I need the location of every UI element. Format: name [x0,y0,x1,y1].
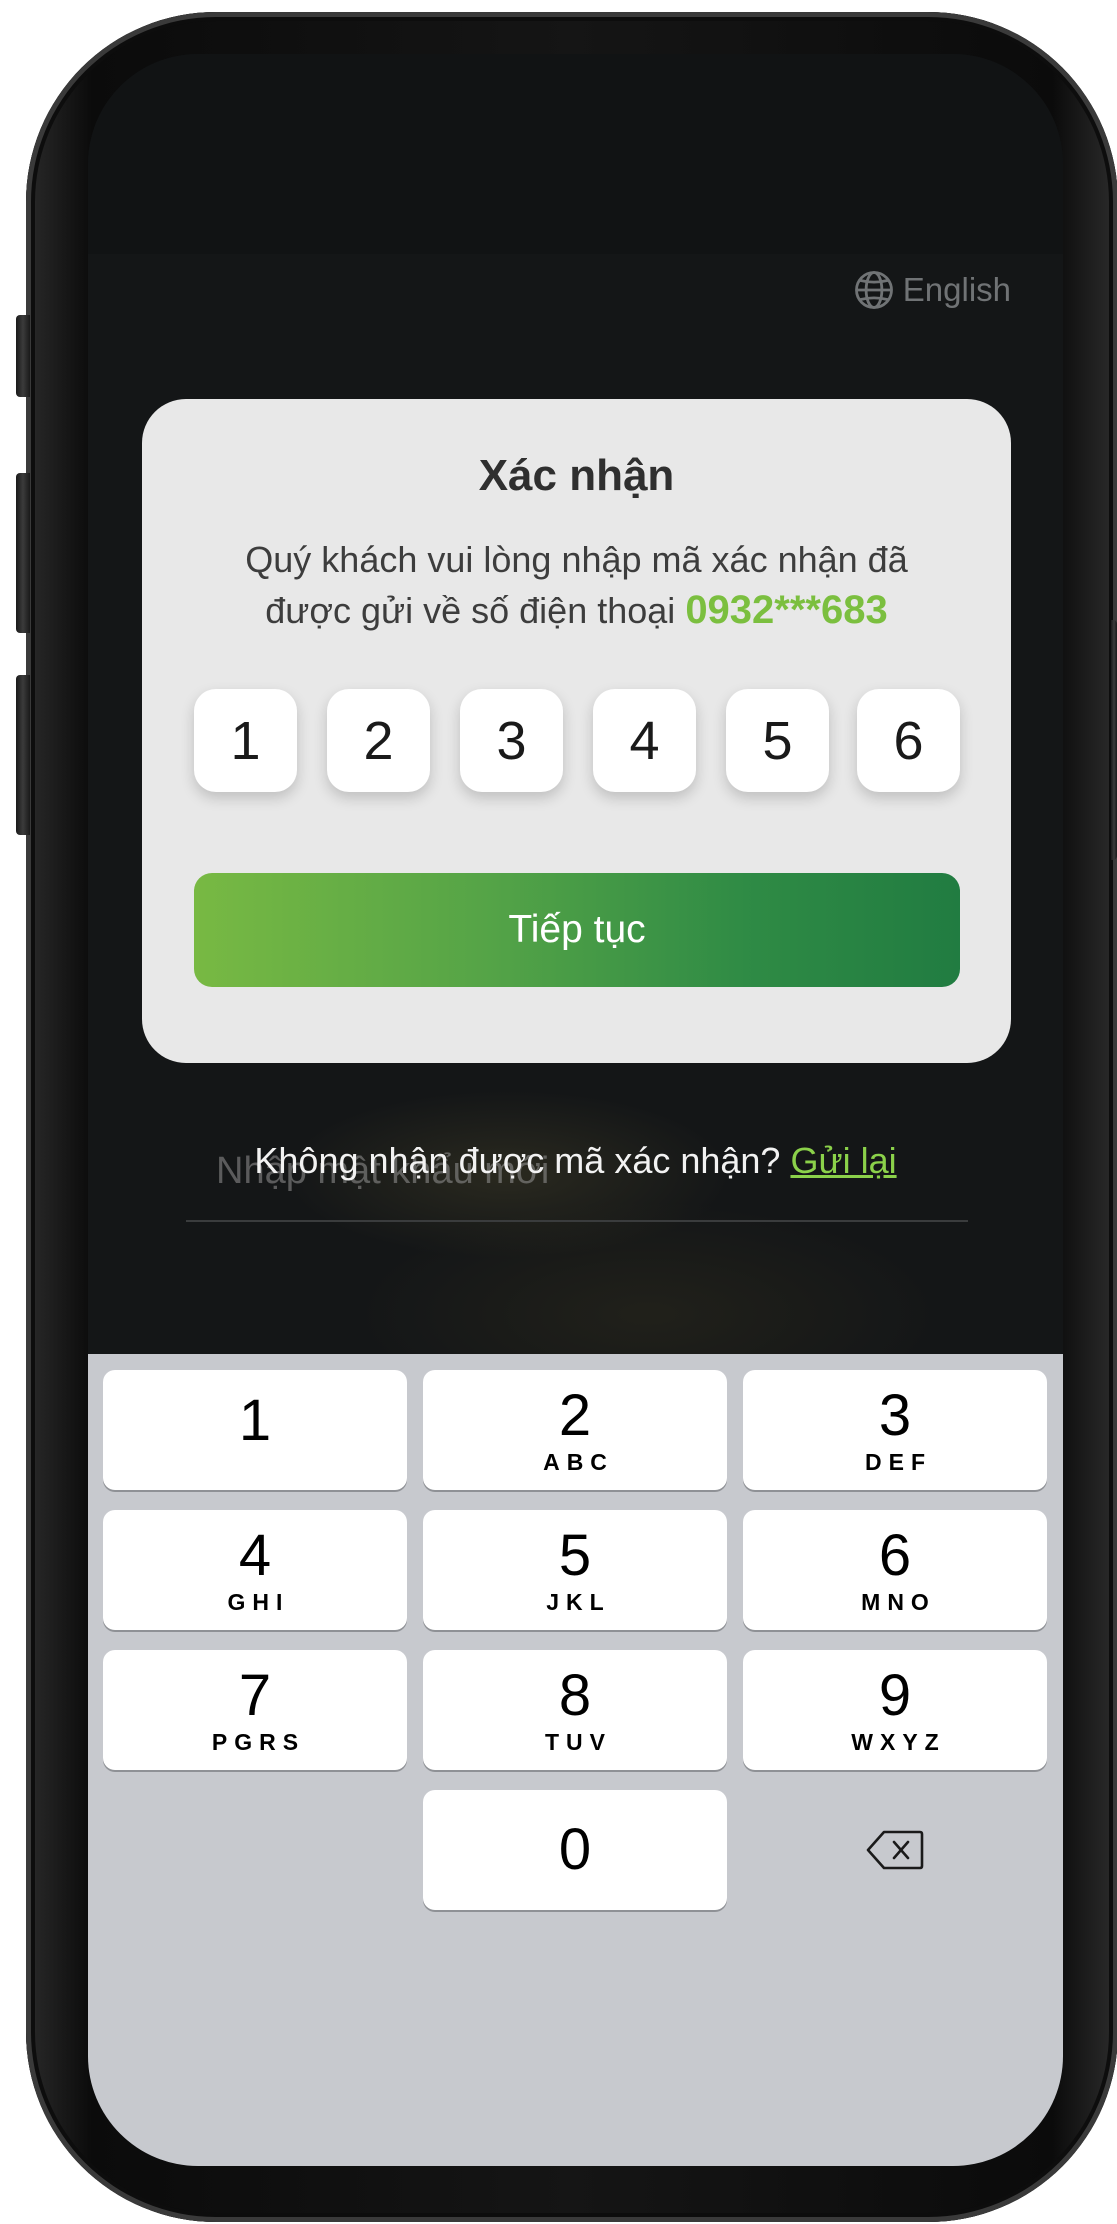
key-digit: 9 [878,1663,912,1728]
key-4[interactable]: 4 GHI [103,1510,407,1630]
status-area [88,54,1063,254]
otp-input-group: 1 2 3 4 5 6 [194,689,960,794]
otp-digit-2[interactable]: 2 [327,689,430,792]
key-letters: GHI [227,1589,290,1615]
otp-confirm-dialog: Xác nhận Quý khách vui lòng nhập mã xác … [142,399,1011,1063]
description-line-1: Quý khách vui lòng nhập mã xác nhận đã [245,539,908,580]
description-line-2: được gửi về số điện thoại [265,590,676,631]
volume-down-button [16,675,30,835]
input-underline [186,1220,968,1222]
globe-icon [854,271,893,309]
dialog-title: Xác nhận [478,451,675,500]
key-digit: 1 [238,1388,272,1453]
key-7[interactable]: 7 PGRS [103,1650,407,1770]
language-switch[interactable]: English [853,268,1011,312]
resend-link[interactable]: Gửi lại [790,1140,896,1181]
otp-digit-3[interactable]: 3 [460,689,563,792]
mute-switch [16,315,30,397]
language-label: English [902,271,1011,308]
key-letters: ABC [543,1449,614,1475]
key-2[interactable]: 2 ABC [423,1370,727,1490]
otp-digit-6[interactable]: 6 [857,689,960,792]
otp-digit-4[interactable]: 4 [593,689,696,792]
key-letters: MNO [861,1589,936,1615]
otp-digit-5[interactable]: 5 [726,689,829,792]
key-digit: 0 [558,1817,592,1882]
key-digit: 5 [558,1523,592,1588]
key-1[interactable]: 1 [103,1370,407,1490]
key-letters: DEF [865,1449,932,1475]
backspace-icon [866,1830,924,1870]
key-6[interactable]: 6 MNO [743,1510,1047,1630]
key-letters: JKL [546,1589,611,1615]
key-letters: PGRS [211,1729,306,1755]
key-digit: 6 [878,1523,912,1588]
key-3[interactable]: 3 DEF [743,1370,1047,1490]
key-digit: 3 [878,1383,912,1448]
volume-up-button [16,473,30,633]
key-letters: TUV [545,1729,612,1755]
numeric-keypad: 1 2 ABC 3 DEF 4 GHI 5 JKL 6 MNO 7 PGRS 8… [88,1354,1063,2166]
continue-button[interactable]: Tiếp tục [194,873,960,987]
key-digit: 4 [238,1523,272,1588]
key-0[interactable]: 0 [423,1790,727,1910]
dialog-description: Quý khách vui lòng nhập mã xác nhận đã đ… [182,535,971,636]
delete-key[interactable] [743,1790,1047,1910]
key-digit: 2 [558,1383,592,1448]
phone-screen: English Nhập mật khẩu mới Không nhận đượ… [88,54,1063,2166]
resend-prompt: Không nhận được mã xác nhận? [254,1140,781,1181]
key-5[interactable]: 5 JKL [423,1510,727,1630]
power-button [1111,620,1117,860]
key-9[interactable]: 9 WXYZ [743,1650,1047,1770]
key-digit: 7 [238,1663,272,1728]
masked-phone-number: 0932***683 [685,588,888,632]
key-digit: 8 [558,1663,592,1728]
key-8[interactable]: 8 TUV [423,1650,727,1770]
key-letters: WXYZ [851,1729,946,1755]
otp-digit-1[interactable]: 1 [194,689,297,792]
resend-row: Không nhận được mã xác nhận? Gửi lại [88,1140,1063,1182]
